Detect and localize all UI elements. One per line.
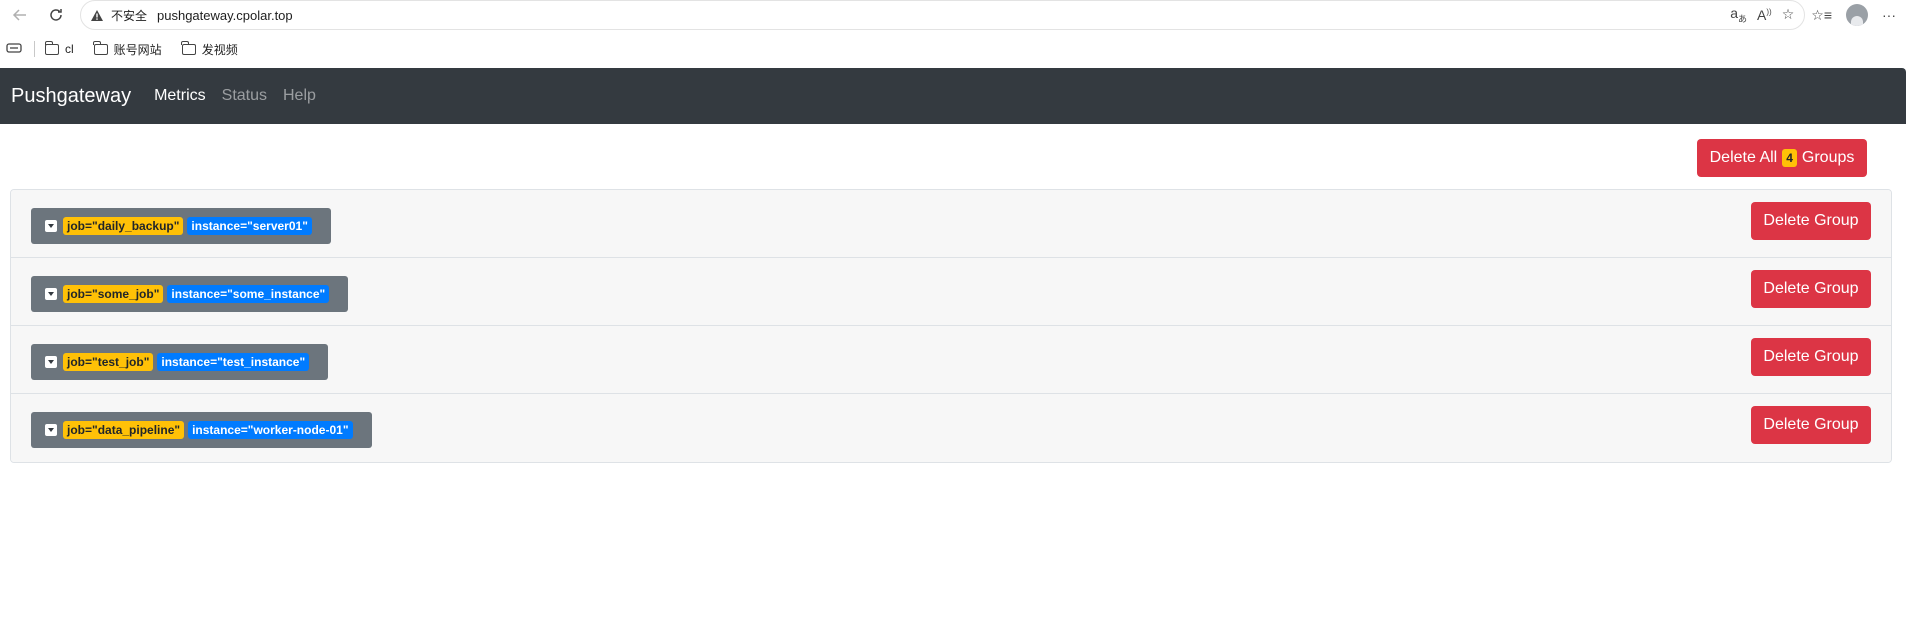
folder-icon	[181, 40, 196, 55]
delete-group-button[interactable]: Delete Group	[1751, 338, 1871, 376]
folder-icon	[44, 40, 59, 55]
bookmark-cl[interactable]: cl	[44, 40, 74, 56]
nav-status[interactable]: Status	[222, 87, 267, 105]
app-navbar: Pushgateway Metrics Status Help	[0, 68, 1906, 124]
url-text[interactable]: pushgateway.cpolar.top	[157, 8, 293, 23]
delete-group-button[interactable]: Delete Group	[1751, 270, 1871, 308]
bookmark-collection-icon[interactable]	[6, 42, 22, 57]
delete-all-groups-button[interactable]: Delete All 4 Groups	[1697, 139, 1867, 177]
group-count-badge: 4	[1782, 149, 1797, 167]
bookmark-account-sites[interactable]: 账号网站	[93, 40, 162, 58]
nav-metrics[interactable]: Metrics	[154, 87, 206, 105]
nav-help[interactable]: Help	[283, 87, 316, 105]
metric-group: job="data_pipeline" instance="worker-nod…	[11, 394, 1891, 462]
back-button[interactable]	[6, 2, 34, 28]
address-bar[interactable]: 不安全 pushgateway.cpolar.top aあ A)) ☆	[80, 0, 1806, 30]
bookmark-label: 账号网站	[113, 42, 162, 57]
delete-all-prefix: Delete All	[1709, 149, 1778, 166]
instance-label: instance="server01"	[187, 217, 312, 235]
read-aloud-icon[interactable]: A))	[1757, 7, 1772, 23]
delete-group-button[interactable]: Delete Group	[1751, 202, 1871, 240]
group-toggle[interactable]: job="some_job" instance="some_instance"	[31, 276, 349, 312]
metric-group: job="daily_backup" instance="server01" D…	[11, 190, 1891, 258]
instance-label: instance="test_instance"	[157, 353, 310, 371]
expand-toggle-icon	[45, 220, 57, 232]
metric-groups-list: job="daily_backup" instance="server01" D…	[10, 189, 1892, 463]
more-menu-icon[interactable]: ···	[1882, 7, 1896, 23]
expand-toggle-icon	[45, 424, 57, 436]
delete-group-button[interactable]: Delete Group	[1751, 406, 1871, 444]
instance-label: instance="worker-node-01"	[188, 421, 353, 439]
brand-link[interactable]: Pushgateway	[11, 85, 131, 108]
metric-group: job="test_job" instance="test_instance" …	[11, 326, 1891, 394]
browser-toolbar: 不安全 pushgateway.cpolar.top aあ A)) ☆ ☆≡ ·…	[0, 0, 1910, 30]
refresh-button[interactable]	[42, 2, 70, 28]
bookmark-separator	[34, 41, 35, 57]
metric-group: job="some_job" instance="some_instance" …	[11, 258, 1891, 326]
job-label: job="some_job"	[63, 285, 164, 303]
refresh-icon	[50, 9, 62, 21]
bookmark-label: cl	[65, 42, 74, 56]
expand-toggle-icon	[45, 356, 57, 368]
delete-all-suffix: Groups	[1801, 149, 1855, 166]
bookmark-post-video[interactable]: 发视频	[181, 40, 238, 58]
bookmarks-bar: cl 账号网站 发视频	[0, 30, 1910, 68]
warning-icon	[89, 7, 105, 23]
instance-label: instance="some_instance"	[167, 285, 330, 303]
bookmark-label: 发视频	[201, 42, 238, 57]
group-toggle[interactable]: job="test_job" instance="test_instance"	[31, 344, 329, 380]
job-label: job="daily_backup"	[63, 217, 184, 235]
group-toggle[interactable]: job="data_pipeline" instance="worker-nod…	[31, 412, 372, 448]
back-arrow-icon	[12, 9, 26, 21]
favorites-icon[interactable]: ☆≡	[1811, 7, 1832, 24]
insecure-label[interactable]: 不安全	[111, 7, 147, 24]
job-label: job="test_job"	[63, 353, 154, 371]
translate-icon[interactable]: aあ	[1730, 5, 1747, 25]
job-label: job="data_pipeline"	[63, 421, 185, 439]
group-toggle[interactable]: job="daily_backup" instance="server01"	[31, 208, 331, 244]
favorite-star-icon[interactable]: ☆	[1782, 6, 1795, 23]
expand-toggle-icon	[45, 288, 57, 300]
folder-icon	[93, 40, 108, 55]
profile-avatar-icon[interactable]	[1846, 4, 1868, 26]
